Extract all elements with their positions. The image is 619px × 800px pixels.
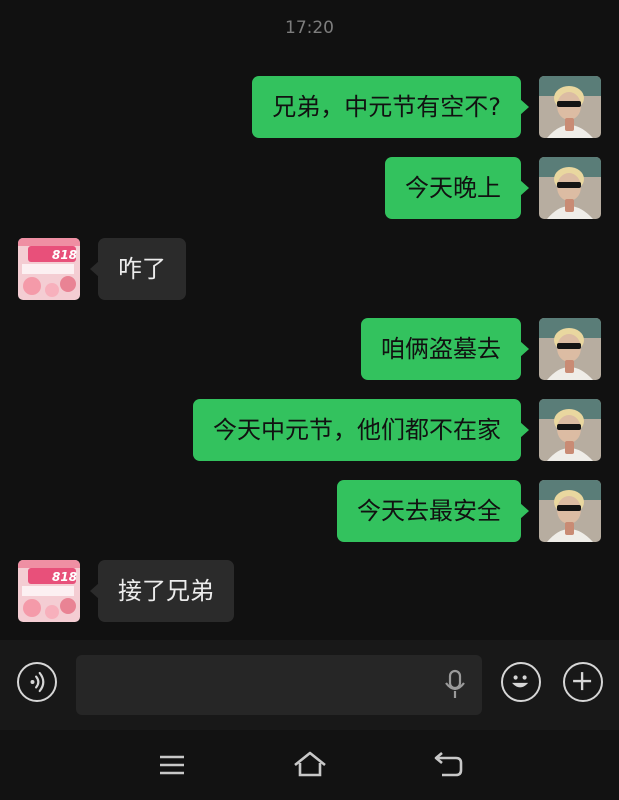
outgoing-message-bubble[interactable]: 咱俩盗墓去: [361, 318, 529, 380]
voice-mode-button[interactable]: [17, 662, 57, 702]
chat-timestamp: 17:20: [285, 18, 334, 38]
message-row: 今天中元节，他们都不在家: [0, 399, 619, 461]
system-navigation-bar: [0, 730, 619, 800]
avatar-photo-icon: [539, 318, 601, 380]
avatar-photo-icon: [539, 157, 601, 219]
my-avatar[interactable]: [539, 157, 601, 219]
home-icon: [294, 751, 326, 777]
voice-mode-icon: [30, 671, 45, 693]
emoji-button[interactable]: [501, 662, 541, 702]
more-functions-button[interactable]: [563, 662, 603, 702]
contact-avatar[interactable]: 818: [18, 560, 80, 622]
outgoing-message-bubble[interactable]: 兄弟，中元节有空不?: [252, 76, 529, 138]
emoji-icon: [512, 675, 529, 688]
message-input[interactable]: [76, 655, 482, 715]
outgoing-message-bubble[interactable]: 今天晚上: [385, 157, 529, 219]
message-row: 兄弟，中元节有空不?: [0, 76, 619, 138]
home-button[interactable]: [290, 748, 330, 782]
message-row: 咱俩盗墓去: [0, 318, 619, 380]
avatar-photo-icon: [539, 480, 601, 542]
message-row: 818 咋了: [0, 238, 619, 300]
back-button[interactable]: [428, 748, 468, 782]
contact-avatar-image: 818: [18, 238, 80, 300]
menu-button[interactable]: [152, 748, 192, 782]
contact-avatar-image: 818: [18, 560, 80, 622]
menu-icon: [160, 755, 184, 775]
back-icon: [434, 752, 463, 777]
microphone-icon[interactable]: [444, 669, 466, 701]
contact-avatar[interactable]: 818: [18, 238, 80, 300]
incoming-message-bubble[interactable]: 接了兄弟: [90, 560, 234, 622]
my-avatar[interactable]: [539, 318, 601, 380]
chat-input-bar: [0, 640, 619, 730]
message-row: 今天去最安全: [0, 480, 619, 542]
my-avatar[interactable]: [539, 399, 601, 461]
incoming-message-bubble[interactable]: 咋了: [90, 238, 186, 300]
message-row: 818 接了兄弟: [0, 560, 619, 622]
avatar-photo-icon: [539, 399, 601, 461]
my-avatar[interactable]: [539, 480, 601, 542]
message-row: 今天晚上: [0, 157, 619, 219]
avatar-photo-icon: [539, 76, 601, 138]
outgoing-message-bubble[interactable]: 今天中元节，他们都不在家: [193, 399, 529, 461]
svg-text:818: 818: [52, 248, 77, 262]
my-avatar[interactable]: [539, 76, 601, 138]
svg-text:818: 818: [52, 570, 77, 584]
outgoing-message-bubble[interactable]: 今天去最安全: [337, 480, 529, 542]
plus-icon: [573, 672, 592, 691]
